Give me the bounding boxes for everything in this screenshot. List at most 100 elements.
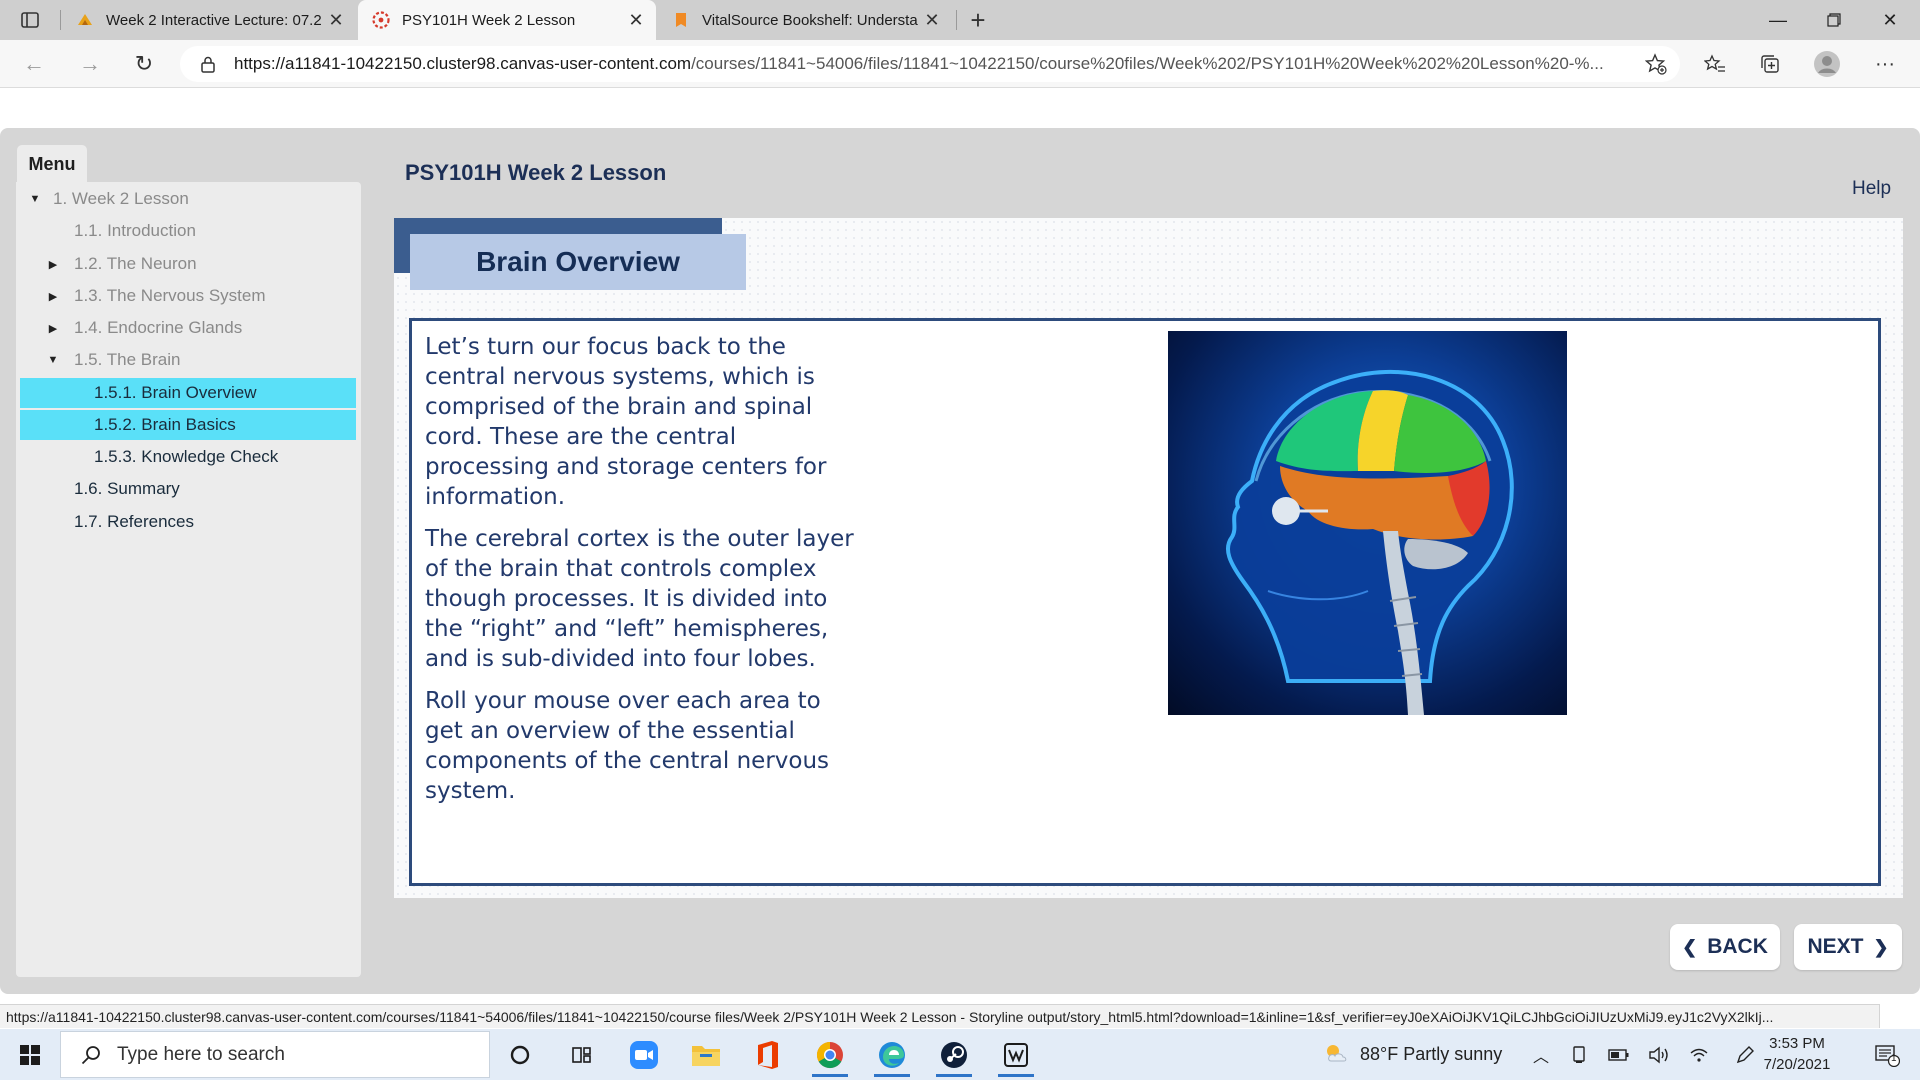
volume-icon[interactable] — [1646, 1043, 1672, 1067]
minimize-icon: — — [1769, 9, 1787, 30]
tab-actions-icon — [21, 12, 39, 28]
settings-more-button[interactable]: ··· — [1868, 50, 1902, 78]
weather-icon[interactable] — [1322, 1041, 1352, 1065]
steam-app[interactable] — [928, 1033, 980, 1077]
arrow-right-icon: → — [79, 51, 101, 76]
next-button-label: NEXT — [1807, 935, 1864, 958]
brain-illustration[interactable] — [1168, 331, 1567, 715]
vitalsource-favicon-icon — [672, 11, 690, 29]
show-hidden-icons-button[interactable]: ︿ — [1528, 1043, 1554, 1067]
notifications-button[interactable]: 1 — [1868, 1043, 1906, 1067]
back-nav-button[interactable]: ← — [16, 48, 52, 80]
notification-count: 1 — [1891, 1053, 1897, 1064]
close-window-button[interactable]: ✕ — [1862, 0, 1918, 40]
restore-icon — [1827, 13, 1841, 27]
tab-title: Week 2 Interactive Lecture: 07.2 — [106, 11, 322, 29]
help-link[interactable]: Help — [1852, 178, 1891, 200]
menu-item-label: 1.2. The Neuron — [74, 254, 197, 273]
battery-icon[interactable] — [1606, 1043, 1632, 1067]
menu-item-endocrine-glands[interactable]: ▶ 1.4. Endocrine Glands — [20, 313, 356, 343]
reload-button[interactable]: ↻ — [126, 48, 162, 80]
device-icon[interactable] — [1566, 1043, 1592, 1067]
body-paragraph: The cerebral cortex is the outer layer o… — [425, 526, 854, 672]
taskbar-search[interactable]: Type here to search — [60, 1031, 490, 1078]
chevron-left-icon: ❮ — [1682, 936, 1698, 957]
chrome-icon — [816, 1041, 843, 1069]
search-icon — [71, 1035, 111, 1075]
tab-separator — [60, 10, 61, 30]
back-button-label: BACK — [1707, 935, 1768, 958]
menu-tab[interactable]: Menu — [17, 145, 87, 183]
tab-psy101h-lesson[interactable]: PSY101H Week 2 Lesson ✕ — [358, 0, 656, 40]
office-app[interactable] — [742, 1033, 794, 1077]
menu-item-summary[interactable]: 1.6. Summary — [20, 474, 356, 504]
menu-item-label: 1.5.1. Brain Overview — [94, 383, 257, 402]
file-explorer-app[interactable] — [680, 1033, 732, 1077]
game-app[interactable] — [990, 1033, 1042, 1077]
weather-text[interactable]: 88°F Partly sunny — [1360, 1044, 1502, 1065]
menu-item-brain-basics[interactable]: 1.5.2. Brain Basics — [20, 410, 356, 440]
zoom-icon — [630, 1041, 658, 1069]
caret-down-icon: ▼ — [47, 354, 59, 366]
start-button[interactable] — [10, 1037, 50, 1073]
cortana-button[interactable] — [494, 1033, 546, 1077]
favorites-list-icon — [1704, 54, 1725, 72]
folder-icon — [692, 1046, 720, 1066]
tab-actions-button[interactable] — [14, 8, 46, 32]
new-tab-button[interactable]: + — [962, 4, 994, 36]
tab-title: PSY101H Week 2 Lesson — [402, 11, 576, 29]
forward-nav-button[interactable]: → — [72, 48, 108, 80]
menu-item-week2-lesson[interactable]: ▼ 1. Week 2 Lesson — [20, 184, 356, 214]
menu-item-label: 1.3. The Nervous System — [74, 286, 266, 305]
windows-logo-icon — [20, 1045, 40, 1065]
collections-icon — [1761, 55, 1779, 73]
menu-item-label: 1.1. Introduction — [74, 221, 196, 240]
system-clock[interactable]: 3:53 PM 7/20/2021 — [1752, 1033, 1842, 1075]
restore-button[interactable] — [1806, 0, 1862, 40]
slide-heading: Brain Overview — [410, 234, 746, 290]
address-bar[interactable]: https://a11841-10422150.cluster98.canvas… — [180, 46, 1680, 82]
chevron-right-icon: ❯ — [1873, 936, 1889, 957]
menu-item-the-brain[interactable]: ▼ 1.5. The Brain — [20, 345, 356, 375]
menu-item-references[interactable]: 1.7. References — [20, 507, 356, 537]
add-favorite-button[interactable] — [1642, 50, 1670, 78]
close-tab-icon[interactable]: ✕ — [322, 6, 350, 34]
caret-right-icon: ▶ — [48, 290, 58, 303]
url-text: https://a11841-10422150.cluster98.canvas… — [234, 54, 1642, 74]
favorites-button[interactable] — [1698, 50, 1732, 78]
close-icon: ✕ — [1882, 9, 1898, 30]
url-path: /courses/11841~54006/files/11841~1042215… — [691, 54, 1604, 73]
close-tab-icon[interactable]: ✕ — [918, 6, 946, 34]
menu-item-label: 1.4. Endocrine Glands — [74, 318, 243, 337]
profile-button[interactable] — [1810, 50, 1844, 78]
collections-button[interactable] — [1753, 50, 1787, 78]
wifi-icon[interactable] — [1686, 1043, 1712, 1067]
edge-app[interactable] — [866, 1033, 918, 1077]
tab-vitalsource[interactable]: VitalSource Bookshelf: Understar ✕ — [658, 0, 952, 40]
menu-item-label: 1. Week 2 Lesson — [53, 189, 189, 208]
tab-week2-lecture[interactable]: Week 2 Interactive Lecture: 07.2 ✕ — [62, 0, 356, 40]
next-button[interactable]: NEXT ❯ — [1794, 924, 1902, 970]
game-icon — [1004, 1043, 1028, 1067]
clock-time: 3:53 PM — [1769, 1035, 1825, 1052]
edge-icon — [879, 1042, 905, 1068]
task-view-button[interactable] — [556, 1033, 608, 1077]
steam-icon — [941, 1042, 967, 1068]
zoom-app[interactable] — [618, 1033, 670, 1077]
close-tab-icon[interactable]: ✕ — [622, 6, 650, 34]
menu-item-nervous-system[interactable]: ▶ 1.3. The Nervous System — [20, 281, 356, 311]
menu-item-neuron[interactable]: ▶ 1.2. The Neuron — [20, 249, 356, 279]
back-button[interactable]: ❮ BACK — [1670, 924, 1780, 970]
menu-item-label: 1.6. Summary — [74, 479, 180, 498]
menu-item-label: 1.5.2. Brain Basics — [94, 415, 236, 434]
menu-item-introduction[interactable]: 1.1. Introduction — [20, 216, 356, 246]
task-view-icon — [572, 1047, 591, 1063]
lock-icon — [198, 54, 218, 74]
caret-right-icon: ▶ — [48, 258, 58, 271]
office-icon — [758, 1041, 778, 1069]
lesson-title: PSY101H Week 2 Lesson — [405, 160, 667, 185]
minimize-button[interactable]: — — [1750, 0, 1806, 40]
chrome-app[interactable] — [804, 1033, 856, 1077]
menu-item-brain-overview[interactable]: 1.5.1. Brain Overview — [20, 378, 356, 408]
menu-item-knowledge-check[interactable]: 1.5.3. Knowledge Check — [20, 442, 356, 472]
